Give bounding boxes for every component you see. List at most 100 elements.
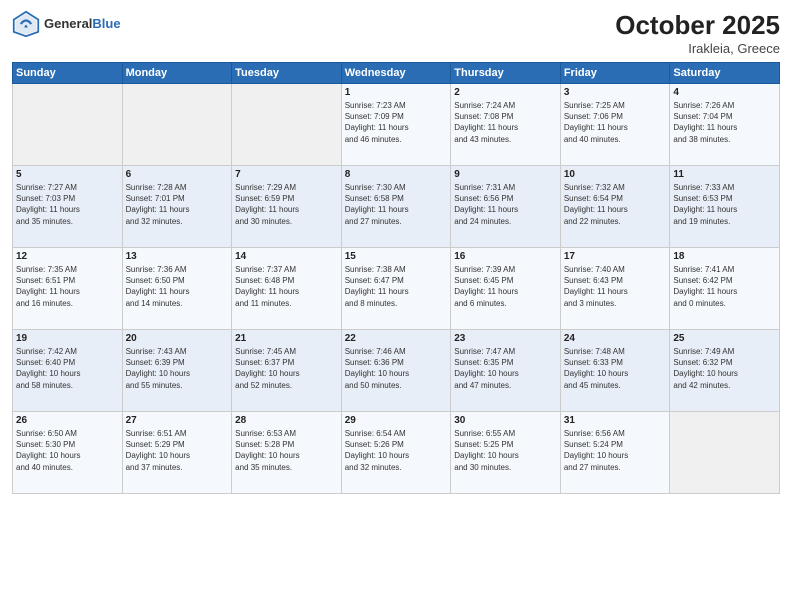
calendar-page: GeneralBlue October 2025 Irakleia, Greec… — [0, 0, 792, 612]
day-info: Sunrise: 6:55 AM Sunset: 5:25 PM Dayligh… — [454, 428, 557, 473]
day-info: Sunrise: 7:29 AM Sunset: 6:59 PM Dayligh… — [235, 182, 338, 227]
calendar-cell: 5 Sunrise: 7:27 AM Sunset: 7:03 PM Daylig… — [13, 166, 123, 248]
day-info: Sunrise: 7:39 AM Sunset: 6:45 PM Dayligh… — [454, 264, 557, 309]
calendar-week-2: 5 Sunrise: 7:27 AM Sunset: 7:03 PM Daylig… — [13, 166, 780, 248]
day-number: 29 — [345, 415, 448, 426]
calendar-cell: 26Sunrise: 6:50 AM Sunset: 5:30 PM Dayli… — [13, 412, 123, 494]
col-tuesday: Tuesday — [232, 63, 342, 84]
day-number: 5 — [16, 169, 119, 180]
day-info: Sunrise: 7:46 AM Sunset: 6:36 PM Dayligh… — [345, 346, 448, 391]
day-number: 24 — [564, 333, 667, 344]
calendar-cell: 29Sunrise: 6:54 AM Sunset: 5:26 PM Dayli… — [341, 412, 451, 494]
calendar-cell: 1Sunrise: 7:23 AM Sunset: 7:09 PM Daylig… — [341, 84, 451, 166]
day-number: 20 — [126, 333, 229, 344]
day-info: Sunrise: 7:35 AM Sunset: 6:51 PM Dayligh… — [16, 264, 119, 309]
day-info: Sunrise: 7:49 AM Sunset: 6:32 PM Dayligh… — [673, 346, 776, 391]
day-info: Sunrise: 6:51 AM Sunset: 5:29 PM Dayligh… — [126, 428, 229, 473]
calendar-cell: 16 Sunrise: 7:39 AM Sunset: 6:45 PM Dayli… — [451, 248, 561, 330]
day-info: Sunrise: 7:33 AM Sunset: 6:53 PM Dayligh… — [673, 182, 776, 227]
calendar-week-3: 12Sunrise: 7:35 AM Sunset: 6:51 PM Dayli… — [13, 248, 780, 330]
month-title: October 2025 — [615, 10, 780, 41]
day-info: Sunrise: 7:25 AM Sunset: 7:06 PM Dayligh… — [564, 100, 667, 145]
day-info: Sunrise: 7:28 AM Sunset: 7:01 PM Dayligh… — [126, 182, 229, 227]
calendar-cell — [232, 84, 342, 166]
calendar-cell: 23 Sunrise: 7:47 AM Sunset: 6:35 PM Dayli… — [451, 330, 561, 412]
calendar-cell: 4 Sunrise: 7:26 AM Sunset: 7:04 PM Daylig… — [670, 84, 780, 166]
col-monday: Monday — [122, 63, 232, 84]
logo-icon — [12, 10, 40, 38]
calendar-cell: 30Sunrise: 6:55 AM Sunset: 5:25 PM Dayli… — [451, 412, 561, 494]
calendar-cell: 25 Sunrise: 7:49 AM Sunset: 6:32 PM Dayli… — [670, 330, 780, 412]
calendar-cell: 3Sunrise: 7:25 AM Sunset: 7:06 PM Daylig… — [560, 84, 670, 166]
day-number: 18 — [673, 251, 776, 262]
calendar-cell: 18 Sunrise: 7:41 AM Sunset: 6:42 PM Dayli… — [670, 248, 780, 330]
calendar-table: Sunday Monday Tuesday Wednesday Thursday… — [12, 62, 780, 494]
calendar-cell: 6 Sunrise: 7:28 AM Sunset: 7:01 PM Daylig… — [122, 166, 232, 248]
calendar-cell — [13, 84, 123, 166]
day-number: 21 — [235, 333, 338, 344]
day-number: 17 — [564, 251, 667, 262]
day-number: 25 — [673, 333, 776, 344]
day-number: 19 — [16, 333, 119, 344]
day-number: 13 — [126, 251, 229, 262]
day-info: Sunrise: 7:31 AM Sunset: 6:56 PM Dayligh… — [454, 182, 557, 227]
day-number: 15 — [345, 251, 448, 262]
day-number: 27 — [126, 415, 229, 426]
calendar-cell: 7Sunrise: 7:29 AM Sunset: 6:59 PM Daylig… — [232, 166, 342, 248]
calendar-cell: 15Sunrise: 7:38 AM Sunset: 6:47 PM Dayli… — [341, 248, 451, 330]
day-info: Sunrise: 7:30 AM Sunset: 6:58 PM Dayligh… — [345, 182, 448, 227]
calendar-cell — [670, 412, 780, 494]
day-number: 4 — [673, 87, 776, 98]
calendar-cell: 20 Sunrise: 7:43 AM Sunset: 6:39 PM Dayli… — [122, 330, 232, 412]
day-info: Sunrise: 7:40 AM Sunset: 6:43 PM Dayligh… — [564, 264, 667, 309]
day-info: Sunrise: 7:26 AM Sunset: 7:04 PM Dayligh… — [673, 100, 776, 145]
calendar-cell: 27 Sunrise: 6:51 AM Sunset: 5:29 PM Dayli… — [122, 412, 232, 494]
day-number: 23 — [454, 333, 557, 344]
day-info: Sunrise: 7:48 AM Sunset: 6:33 PM Dayligh… — [564, 346, 667, 391]
calendar-week-1: 1Sunrise: 7:23 AM Sunset: 7:09 PM Daylig… — [13, 84, 780, 166]
day-info: Sunrise: 6:53 AM Sunset: 5:28 PM Dayligh… — [235, 428, 338, 473]
day-number: 26 — [16, 415, 119, 426]
day-info: Sunrise: 7:41 AM Sunset: 6:42 PM Dayligh… — [673, 264, 776, 309]
calendar-cell: 28Sunrise: 6:53 AM Sunset: 5:28 PM Dayli… — [232, 412, 342, 494]
calendar-cell: 17 Sunrise: 7:40 AM Sunset: 6:43 PM Dayli… — [560, 248, 670, 330]
day-info: Sunrise: 7:36 AM Sunset: 6:50 PM Dayligh… — [126, 264, 229, 309]
day-number: 2 — [454, 87, 557, 98]
day-info: Sunrise: 6:56 AM Sunset: 5:24 PM Dayligh… — [564, 428, 667, 473]
calendar-cell: 31Sunrise: 6:56 AM Sunset: 5:24 PM Dayli… — [560, 412, 670, 494]
col-thursday: Thursday — [451, 63, 561, 84]
day-info: Sunrise: 7:37 AM Sunset: 6:48 PM Dayligh… — [235, 264, 338, 309]
day-info: Sunrise: 7:42 AM Sunset: 6:40 PM Dayligh… — [16, 346, 119, 391]
calendar-cell: 14 Sunrise: 7:37 AM Sunset: 6:48 PM Dayli… — [232, 248, 342, 330]
title-block: October 2025 Irakleia, Greece — [615, 10, 780, 56]
day-number: 16 — [454, 251, 557, 262]
calendar-cell: 21Sunrise: 7:45 AM Sunset: 6:37 PM Dayli… — [232, 330, 342, 412]
day-number: 11 — [673, 169, 776, 180]
calendar-cell: 19 Sunrise: 7:42 AM Sunset: 6:40 PM Dayli… — [13, 330, 123, 412]
col-friday: Friday — [560, 63, 670, 84]
calendar-cell: 13 Sunrise: 7:36 AM Sunset: 6:50 PM Dayli… — [122, 248, 232, 330]
col-wednesday: Wednesday — [341, 63, 451, 84]
logo-general-text: General — [44, 16, 92, 31]
day-info: Sunrise: 7:43 AM Sunset: 6:39 PM Dayligh… — [126, 346, 229, 391]
logo: GeneralBlue — [12, 10, 121, 38]
day-number: 1 — [345, 87, 448, 98]
calendar-cell: 12Sunrise: 7:35 AM Sunset: 6:51 PM Dayli… — [13, 248, 123, 330]
header: GeneralBlue October 2025 Irakleia, Greec… — [12, 10, 780, 56]
day-number: 10 — [564, 169, 667, 180]
calendar-week-5: 26Sunrise: 6:50 AM Sunset: 5:30 PM Dayli… — [13, 412, 780, 494]
logo-text: GeneralBlue — [44, 16, 121, 32]
col-saturday: Saturday — [670, 63, 780, 84]
day-number: 6 — [126, 169, 229, 180]
day-info: Sunrise: 7:27 AM Sunset: 7:03 PM Dayligh… — [16, 182, 119, 227]
calendar-cell: 9 Sunrise: 7:31 AM Sunset: 6:56 PM Daylig… — [451, 166, 561, 248]
location: Irakleia, Greece — [615, 41, 780, 56]
calendar-cell: 8Sunrise: 7:30 AM Sunset: 6:58 PM Daylig… — [341, 166, 451, 248]
day-info: Sunrise: 7:24 AM Sunset: 7:08 PM Dayligh… — [454, 100, 557, 145]
day-number: 9 — [454, 169, 557, 180]
day-info: Sunrise: 7:47 AM Sunset: 6:35 PM Dayligh… — [454, 346, 557, 391]
day-number: 14 — [235, 251, 338, 262]
logo-blue-text: Blue — [92, 16, 120, 31]
calendar-cell: 11 Sunrise: 7:33 AM Sunset: 6:53 PM Dayli… — [670, 166, 780, 248]
day-info: Sunrise: 7:32 AM Sunset: 6:54 PM Dayligh… — [564, 182, 667, 227]
